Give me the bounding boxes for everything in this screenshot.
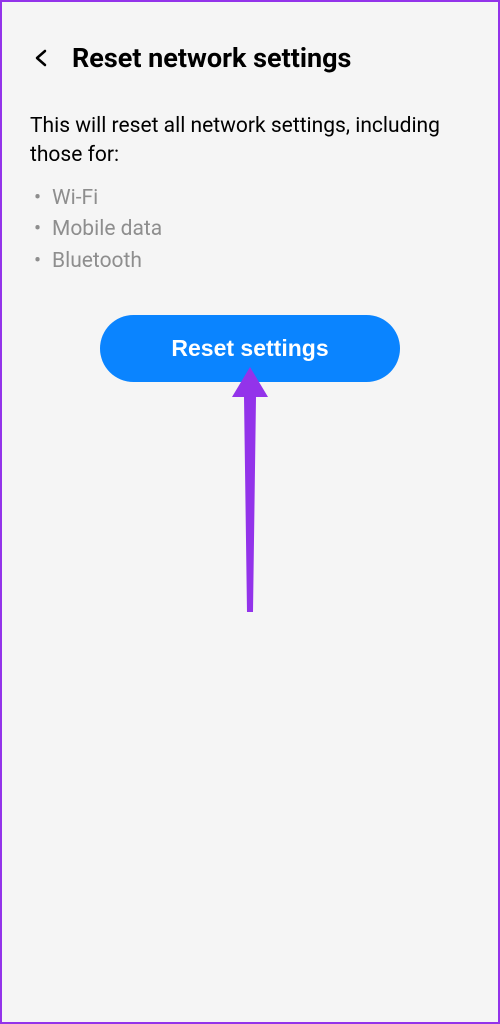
reset-settings-button[interactable]: Reset settings [100, 315, 400, 382]
list-item: Bluetooth [52, 246, 470, 278]
button-container: Reset settings [2, 277, 498, 382]
page-title: Reset network settings [72, 42, 351, 74]
description-text: This will reset all network settings, in… [2, 94, 498, 183]
header: Reset network settings [2, 2, 498, 94]
list-item: Mobile data [52, 214, 470, 246]
back-icon[interactable] [30, 46, 54, 70]
arrow-annotation-icon [220, 357, 280, 621]
list-item: Wi-Fi [52, 183, 470, 215]
settings-list: Wi-Fi Mobile data Bluetooth [2, 183, 498, 278]
